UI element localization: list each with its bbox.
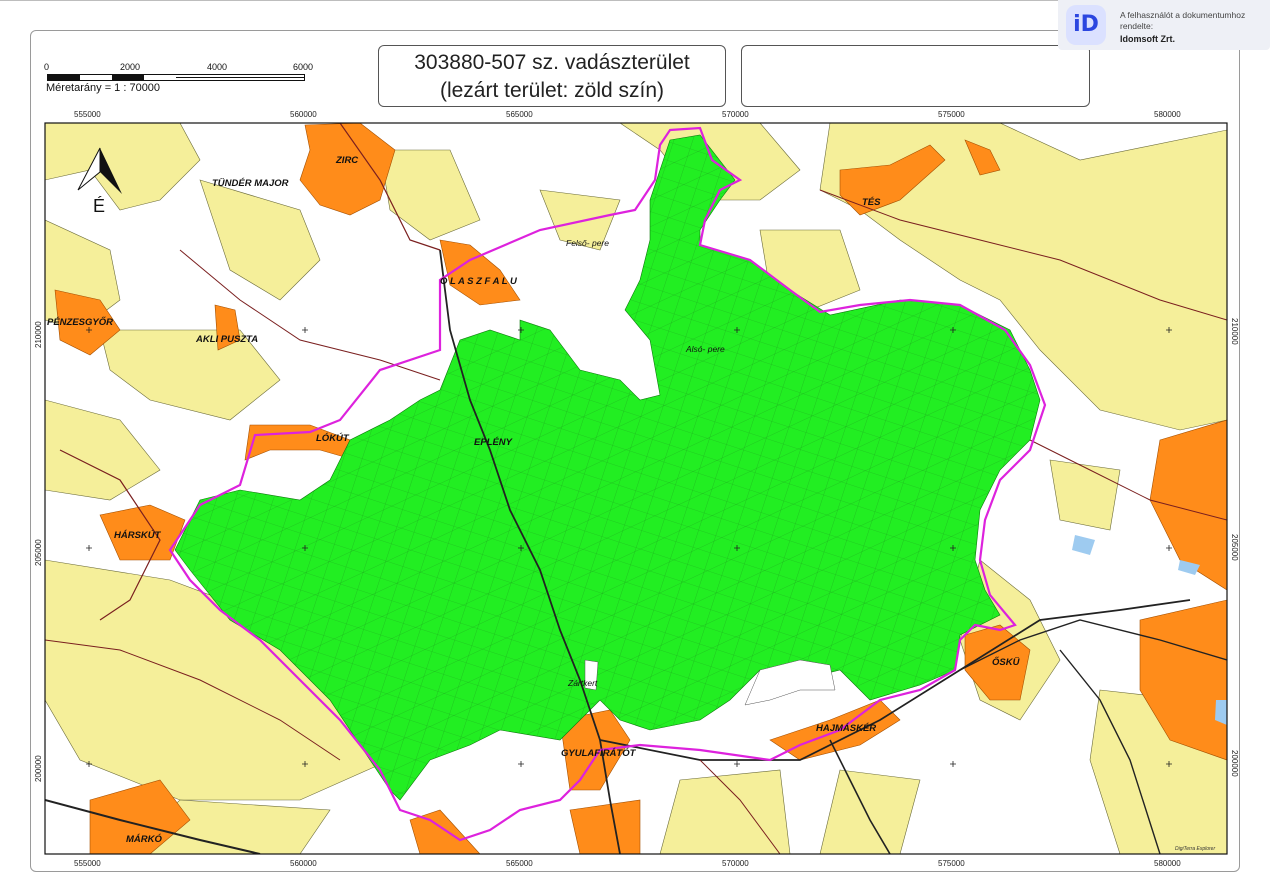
- place-felso-pere: Felső- pere: [566, 238, 609, 248]
- x-bottom-label: 565000: [506, 859, 533, 868]
- place-akli-puszta: AKLI PUSZTA: [195, 334, 258, 345]
- y-left-label: 205000: [34, 539, 43, 566]
- place-marko: MÁRKÓ: [126, 833, 162, 845]
- x-top-label: 560000: [290, 110, 317, 119]
- x-top-label: 570000: [722, 110, 749, 119]
- place-zartkert: Zártkert: [567, 678, 598, 688]
- place-zirc: ZIRC: [335, 155, 358, 166]
- y-left-label: 210000: [34, 321, 43, 348]
- x-top-label: 555000: [74, 110, 101, 119]
- place-harskut: HÁRSKÚT: [114, 529, 162, 541]
- x-top-label: 580000: [1154, 110, 1181, 119]
- place-penzesgyor: PÉNZESGYŐR: [47, 316, 113, 328]
- x-bottom-label: 560000: [290, 859, 317, 868]
- hunting-area-map: É ZIRC TÜNDÉR MAJOR TÉS Felső- pere O L …: [34, 110, 1239, 868]
- y-right-label: 200000: [1230, 750, 1239, 777]
- place-tunder-major: TÜNDÉR MAJOR: [212, 178, 289, 189]
- place-eplenyi: EPLÉNY: [474, 437, 514, 448]
- x-top-label: 575000: [938, 110, 965, 119]
- place-tes: TÉS: [862, 197, 881, 208]
- place-olaszfalu: O L A S Z F A L U: [440, 276, 518, 287]
- place-osku: ŐSKÜ: [992, 656, 1021, 668]
- place-hajmasker: HAJMÁSKÉR: [816, 723, 876, 734]
- north-label: É: [93, 196, 105, 216]
- x-top-label: 565000: [506, 110, 533, 119]
- map-body: É ZIRC TÜNDÉR MAJOR TÉS Felső- pere O L …: [45, 123, 1227, 854]
- place-also-pere: Alsó- pere: [685, 344, 725, 354]
- y-right-label: 205000: [1230, 534, 1239, 561]
- x-bottom-label: 575000: [938, 859, 965, 868]
- place-gyulafiratot: GYULAFIRÁTÓT: [561, 747, 637, 759]
- credit-label: DigiTerra Explorer: [1175, 846, 1215, 852]
- x-bottom-label: 570000: [722, 859, 749, 868]
- x-bottom-label: 555000: [74, 859, 101, 868]
- y-left-label: 200000: [34, 755, 43, 782]
- place-lokut: LÓKÚT: [316, 432, 350, 444]
- y-right-label: 210000: [1230, 318, 1239, 345]
- x-bottom-label: 580000: [1154, 859, 1181, 868]
